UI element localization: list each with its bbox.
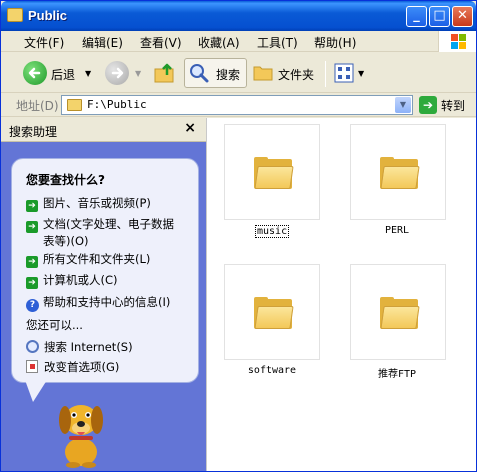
- preferences-icon: [26, 360, 38, 373]
- search-button[interactable]: 搜索: [184, 58, 247, 88]
- folder-icon: [67, 99, 82, 111]
- green-arrow-icon: ➔: [26, 277, 38, 289]
- search-option-computers[interactable]: ➔ 计算机或人(C): [26, 272, 118, 289]
- folder-label-perl[interactable]: PERL: [337, 225, 457, 236]
- search-option-help-label[interactable]: 帮助和支持中心的信息(I): [43, 295, 170, 309]
- back-dropdown-icon[interactable]: ▼: [85, 69, 91, 78]
- folder-icon: [380, 157, 420, 189]
- folder-icon: [254, 157, 294, 189]
- menu-bar: 文件(F) 编辑(E) 查看(V) 收藏(A) 工具(T) 帮助(H): [1, 31, 476, 52]
- address-input[interactable]: F:\Public ▼: [61, 95, 413, 115]
- views-dropdown-icon[interactable]: ▼: [358, 69, 364, 78]
- go-arrow-icon[interactable]: ➔: [419, 96, 437, 114]
- search-option-help[interactable]: ? 帮助和支持中心的信息(I): [26, 294, 170, 312]
- title-bar[interactable]: Public _ □ ✕: [1, 1, 476, 31]
- folder-item-ftp[interactable]: [350, 264, 446, 360]
- menu-file[interactable]: 文件(F): [24, 34, 64, 51]
- help-icon: ?: [26, 299, 39, 312]
- folder-label-music[interactable]: music: [255, 225, 290, 238]
- windows-flag-icon: [451, 34, 467, 49]
- search-companion-pane: 搜索助理 × 您要查找什么? ➔ 图片、音乐或视频(P) ➔ 文档(文字处理、电子数…: [1, 118, 206, 471]
- menu-favorites[interactable]: 收藏(A): [198, 34, 240, 51]
- folder-icon: [254, 297, 294, 329]
- file-list-area[interactable]: music PERL software 推荐FTP: [206, 118, 476, 471]
- folders-label[interactable]: 文件夹: [278, 66, 314, 83]
- maximize-button[interactable]: □: [429, 6, 450, 27]
- search-option-documents[interactable]: ➔ 文档(文字处理、电子数据 表等)(O): [26, 216, 174, 249]
- toolbar-separator: [325, 61, 326, 87]
- green-arrow-icon: ➔: [26, 200, 38, 212]
- search-option-documents-label-cont[interactable]: 表等)(O): [26, 233, 174, 249]
- search-option-media[interactable]: ➔ 图片、音乐或视频(P): [26, 195, 151, 212]
- more-options-label: 您还可以...: [26, 318, 83, 332]
- go-button[interactable]: 转到: [441, 97, 465, 114]
- up-folder-icon[interactable]: [153, 61, 177, 85]
- folder-item-software[interactable]: [224, 264, 320, 360]
- search-heading: 您要查找什么?: [26, 173, 105, 187]
- pane-title: 搜索助理: [9, 125, 58, 139]
- folder-icon: [380, 297, 420, 329]
- address-dropdown-icon[interactable]: ▼: [395, 97, 411, 113]
- toolbar: 后退 ▼ ▼ 搜索 文件夹 ▼: [1, 53, 476, 93]
- search-internet-icon: [26, 340, 39, 353]
- change-preferences-label[interactable]: 改变首选项(G): [44, 360, 119, 374]
- green-arrow-icon: ➔: [26, 256, 38, 268]
- search-internet-link[interactable]: 搜索 Internet(S): [26, 339, 133, 355]
- menu-tools[interactable]: 工具(T): [257, 34, 298, 51]
- search-option-all-files-label[interactable]: 所有文件和文件夹(L): [43, 252, 150, 266]
- search-balloon: 您要查找什么? ➔ 图片、音乐或视频(P) ➔ 文档(文字处理、电子数据 表等)(O…: [11, 158, 199, 383]
- back-arrow-icon[interactable]: [23, 61, 47, 85]
- folders-icon[interactable]: [253, 63, 273, 81]
- folder-item-music[interactable]: [224, 124, 320, 220]
- folder-label-software[interactable]: software: [212, 365, 332, 376]
- address-label: 地址(D): [16, 99, 59, 113]
- address-value[interactable]: F:\Public: [87, 98, 147, 111]
- magnifier-icon: [189, 63, 209, 83]
- explorer-window: Public _ □ ✕ 文件(F) 编辑(E) 查看(V) 收藏(A) 工具(…: [0, 0, 477, 472]
- views-icon[interactable]: [334, 63, 354, 83]
- pane-header: 搜索助理 ×: [1, 118, 206, 142]
- search-option-all-files[interactable]: ➔ 所有文件和文件夹(L): [26, 251, 150, 268]
- back-label[interactable]: 后退: [51, 66, 75, 83]
- folder-icon: [7, 8, 23, 22]
- green-arrow-icon: ➔: [26, 221, 38, 233]
- balloon-tail: [25, 380, 47, 402]
- windows-logo: [438, 31, 476, 52]
- search-label: 搜索: [216, 68, 241, 82]
- menu-view[interactable]: 查看(V): [140, 34, 182, 51]
- close-button[interactable]: ✕: [452, 6, 473, 27]
- menu-help[interactable]: 帮助(H): [314, 34, 356, 51]
- forward-arrow-icon[interactable]: [105, 61, 129, 85]
- change-preferences-link[interactable]: 改变首选项(G): [26, 359, 119, 375]
- address-bar: 地址(D) F:\Public ▼ ➔ 转到: [1, 93, 476, 117]
- search-option-media-label[interactable]: 图片、音乐或视频(P): [43, 196, 151, 210]
- search-option-computers-label[interactable]: 计算机或人(C): [43, 273, 118, 287]
- close-pane-icon[interactable]: ×: [184, 120, 196, 136]
- search-internet-label[interactable]: 搜索 Internet(S): [44, 340, 133, 354]
- folder-item-perl[interactable]: [350, 124, 446, 220]
- forward-dropdown-icon[interactable]: ▼: [135, 69, 141, 78]
- window-title: Public: [28, 8, 68, 23]
- search-option-documents-label[interactable]: 文档(文字处理、电子数据: [43, 217, 174, 231]
- folder-label-ftp[interactable]: 推荐FTP: [337, 365, 457, 380]
- minimize-button[interactable]: _: [406, 6, 427, 27]
- search-dog-icon[interactable]: [51, 390, 111, 468]
- menu-edit[interactable]: 编辑(E): [82, 34, 123, 51]
